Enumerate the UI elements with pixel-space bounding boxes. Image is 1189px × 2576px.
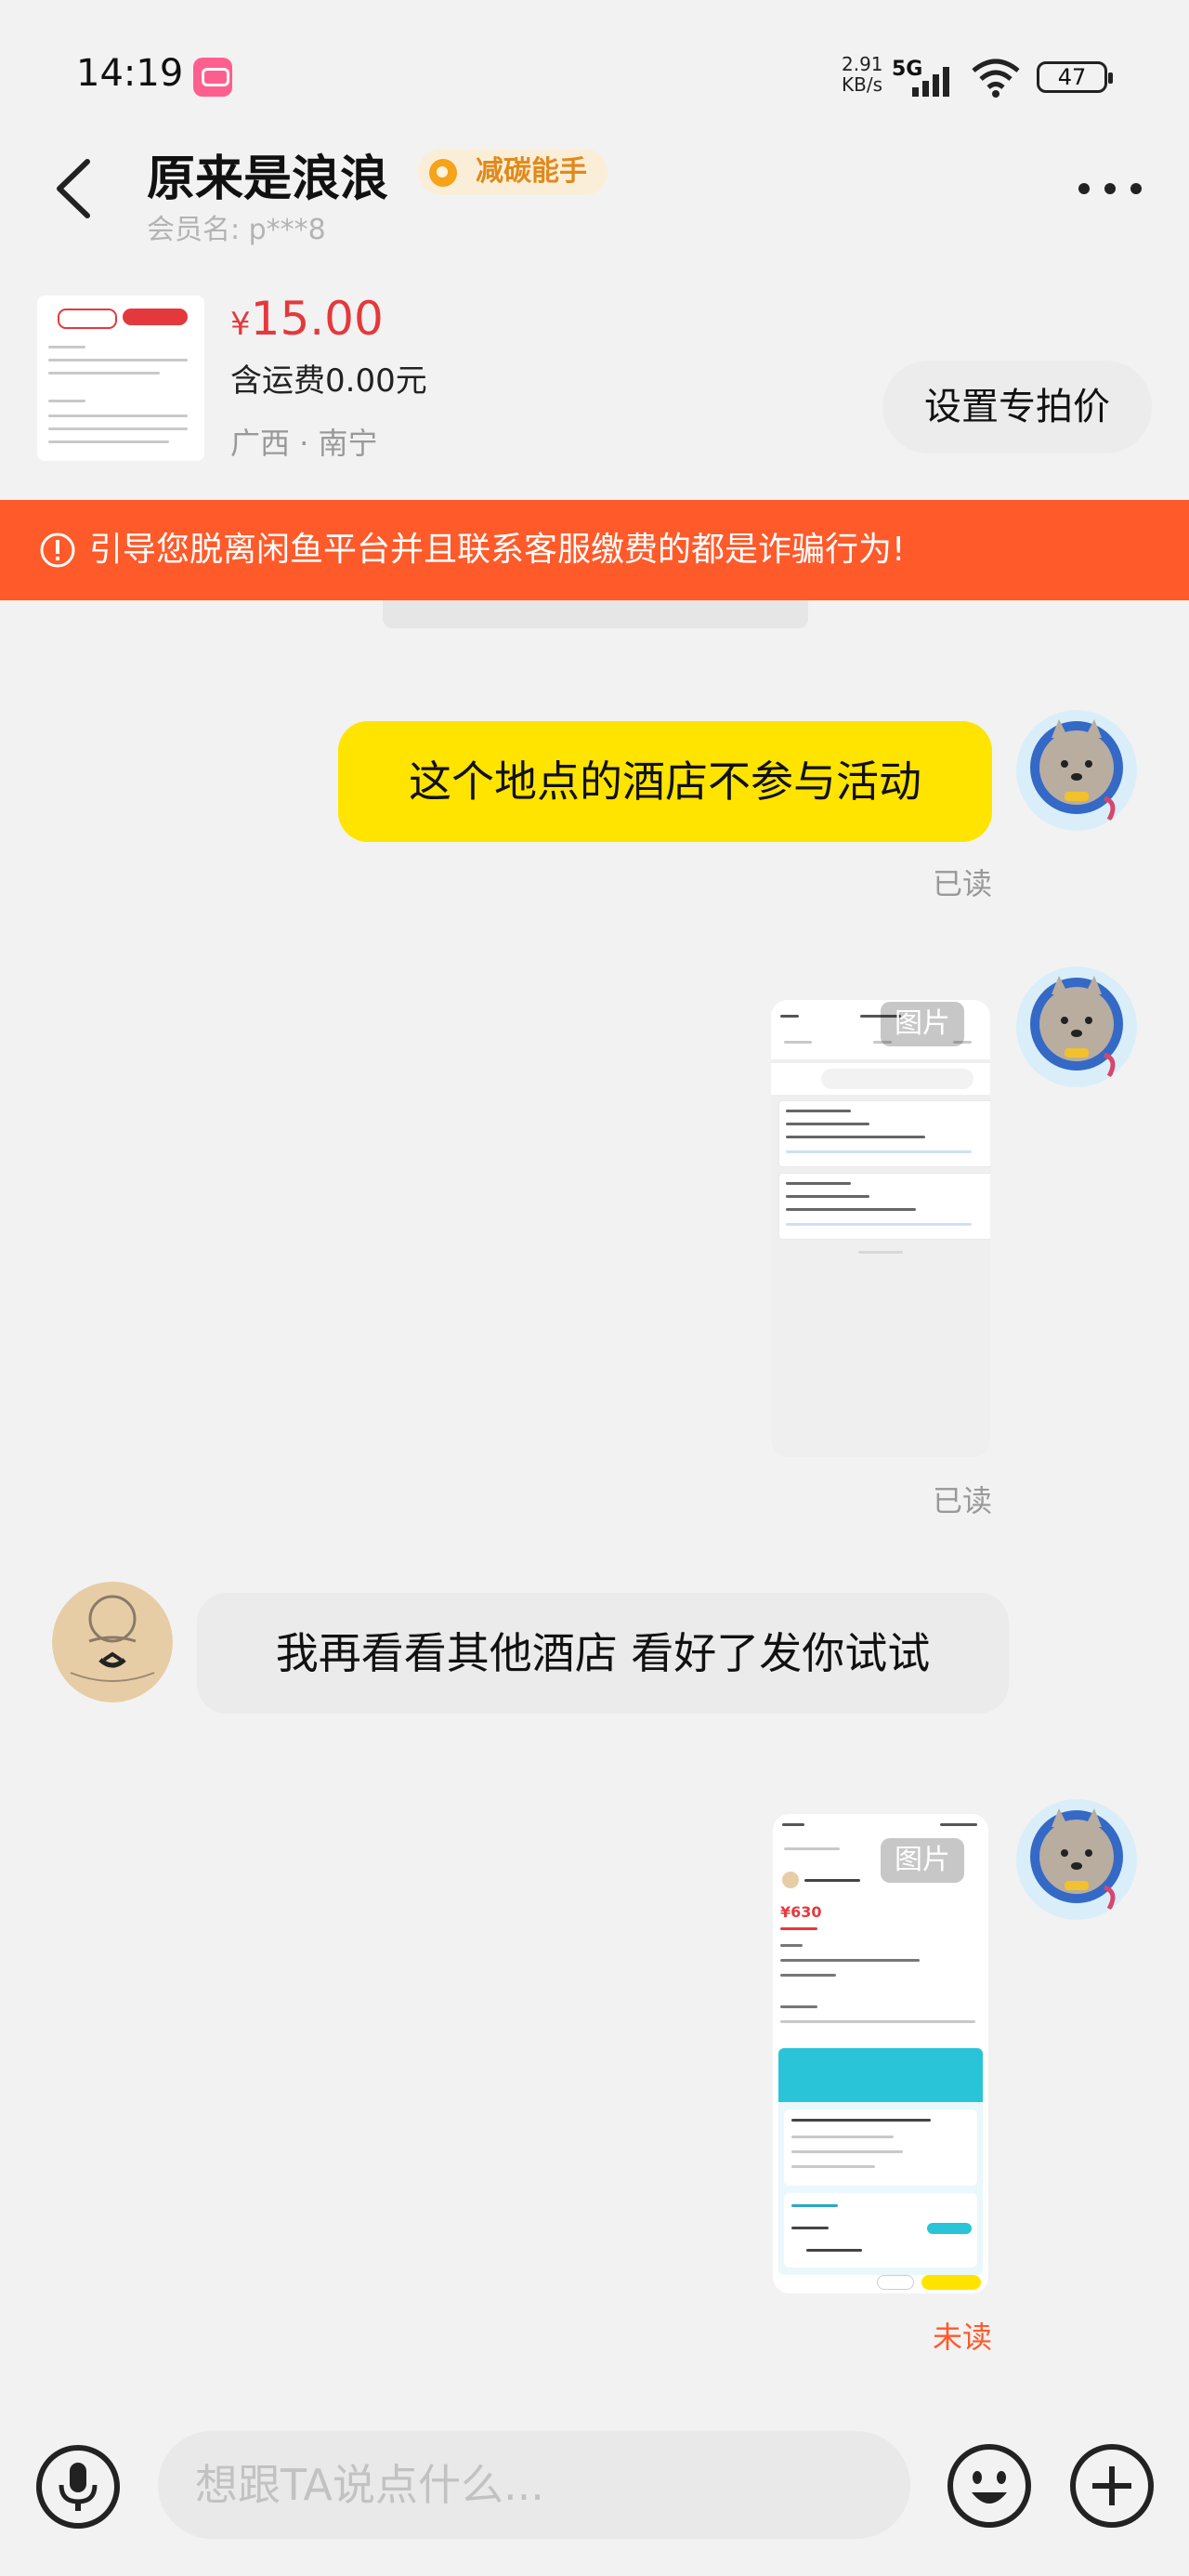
image-message[interactable]: ¥630: [773, 1814, 988, 2293]
more-icon[interactable]: [1078, 182, 1143, 195]
signal-icon: [912, 67, 949, 97]
system-tip-pill: [383, 600, 808, 628]
read-status: 已读: [933, 866, 993, 901]
network-speed: 2.91 KB/s: [842, 53, 883, 96]
my-avatar[interactable]: [1016, 1799, 1137, 1920]
message-bubble-sent[interactable]: 这个地点的酒店不参与活动: [338, 721, 992, 842]
member-name: 会员名: p***8: [147, 214, 326, 246]
product-location: 广西 · 南宁: [230, 426, 378, 461]
leaf-badge-icon: [429, 159, 457, 187]
battery-indicator: 47: [1037, 61, 1113, 93]
unread-status: 未读: [933, 2320, 993, 2355]
image-tag: 图片: [881, 1838, 964, 1883]
status-time: 14:19: [76, 52, 184, 95]
microphone-icon[interactable]: [35, 2444, 121, 2530]
product-price: ¥15.00: [230, 292, 384, 346]
warning-text: 引导您脱离闲鱼平台并且联系客服缴费的都是诈骗行为!: [89, 531, 906, 569]
product-thumbnail[interactable]: [37, 296, 204, 461]
message-bubble-received[interactable]: 我再看看其他酒店 看好了发你试试: [197, 1593, 1009, 1714]
contact-avatar[interactable]: [52, 1582, 173, 1702]
image-message[interactable]: [771, 1000, 990, 1457]
emoji-icon[interactable]: [946, 2442, 1033, 2530]
read-status: 已读: [933, 1483, 993, 1518]
message-input[interactable]: 想跟TA说点什么...: [158, 2431, 910, 2539]
chat-title: 原来是浪浪: [147, 151, 389, 207]
wifi-icon: [972, 59, 1020, 98]
my-avatar[interactable]: [1016, 710, 1137, 831]
plus-icon[interactable]: [1068, 2442, 1156, 2530]
my-avatar[interactable]: [1016, 966, 1137, 1087]
set-special-price-button[interactable]: 设置专拍价: [882, 361, 1152, 453]
shipping-fee: 含运费0.00元: [230, 362, 427, 400]
back-arrow-icon[interactable]: [52, 156, 95, 221]
image-tag: 图片: [881, 1002, 964, 1046]
warning-icon: [40, 532, 75, 568]
app-notification-icon: [193, 58, 232, 97]
